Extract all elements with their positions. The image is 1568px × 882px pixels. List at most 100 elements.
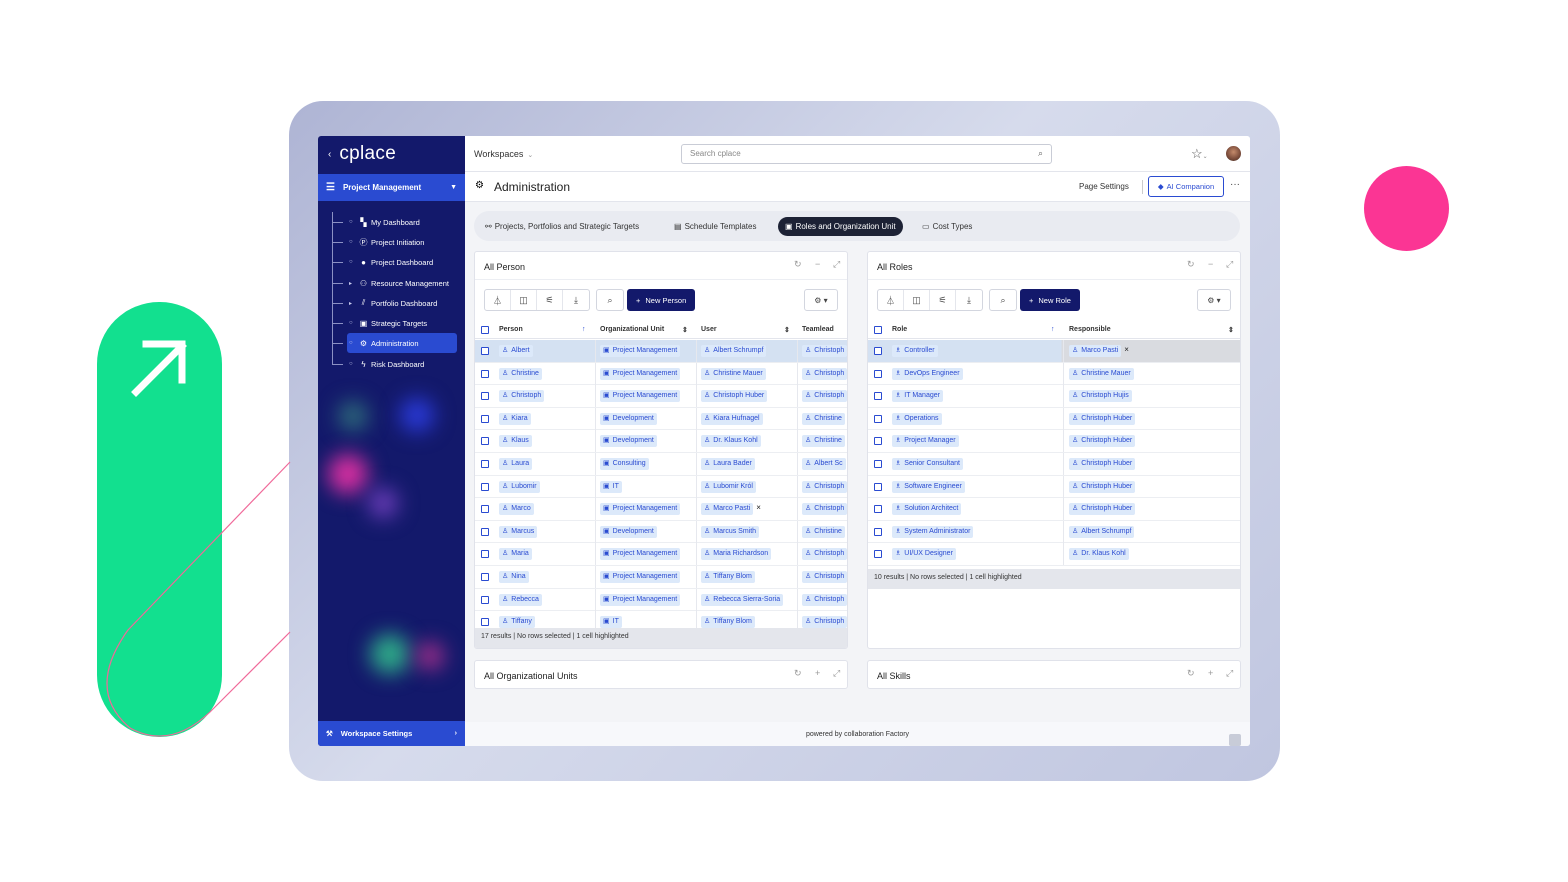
table-cell[interactable]: ♙ Albert Schrumpf (701, 345, 799, 357)
table-row[interactable]: ♙ Christoph ▣ Project Management ♙ Christoph … (475, 385, 847, 408)
table-row[interactable]: ♙ Marco ▣ Project Management ♙ Marco Pasti × ♙ C… (475, 498, 847, 521)
row-checkbox[interactable] (481, 347, 489, 355)
settings-gear-icon[interactable]: ⚙ ▾ (804, 289, 838, 311)
columns-icon[interactable]: ◫ (904, 290, 930, 310)
table-cell[interactable]: ▣ Development (600, 435, 695, 448)
table-row[interactable]: ♙ Albert ▣ Project Management ♙ Albert Schrum… (475, 340, 847, 363)
table-cell[interactable]: ▣ Project Management (600, 593, 695, 606)
row-checkbox[interactable] (874, 392, 882, 401)
table-row[interactable]: ♙ Marcus ▣ Development ♙ Marcus Smith ♙ Christi… (475, 520, 847, 544)
table-cell[interactable]: ♙ Marcus (499, 525, 594, 538)
more-icon[interactable]: ··· (1230, 179, 1240, 190)
table-row[interactable]: ♙ Nina ▣ Project Management ♙ Tiffany Blom ♙ Ch… (475, 566, 847, 589)
new-person-button[interactable]: + New Person (627, 289, 696, 311)
row-checkbox[interactable] (481, 414, 489, 423)
sidebar-item-project-dashboard[interactable]: ○ ● Project Dashboard (318, 252, 465, 272)
table-cell[interactable]: ♙ Christoph (802, 503, 847, 516)
row-checkbox[interactable] (481, 595, 489, 604)
settings-gear-icon[interactable]: ⚙ ▾ (1197, 289, 1231, 311)
project-selector[interactable]: ☰ Project Management ▼ (318, 174, 465, 201)
table-row[interactable]: ♙ Klaus ▣ Development ♙ Dr. Klaus Kohl ♙ Christ… (475, 430, 847, 453)
refresh-icon[interactable]: ↻ (1187, 668, 1195, 679)
table-cell[interactable]: ♙ Marco (499, 503, 594, 516)
table-cell[interactable]: ♙ Albert Schrumpf (1069, 525, 1229, 538)
table-cell[interactable]: ▣ Project Management (600, 345, 695, 357)
remove-icon[interactable]: × (756, 503, 761, 512)
row-checkbox[interactable] (481, 573, 489, 581)
table-cell[interactable]: ♙ Lubomir Król (701, 480, 799, 493)
table-cell[interactable]: ♙ Lubomir (499, 480, 594, 493)
new-role-button[interactable]: + New Role (1020, 289, 1080, 311)
table-cell[interactable]: ♙ Christoph (802, 345, 847, 357)
table-cell[interactable]: ♗ Project Manager (892, 435, 1057, 448)
row-checkbox[interactable] (874, 369, 882, 378)
scroll-top-button[interactable] (1229, 734, 1241, 746)
sidebar-item-strategic-targets[interactable]: ○ ▣ Strategic Targets (318, 313, 465, 333)
table-cell[interactable]: ♙ Laura (499, 458, 594, 470)
remove-icon[interactable]: × (1124, 345, 1129, 354)
row-checkbox[interactable] (874, 550, 882, 559)
row-checkbox[interactable] (874, 414, 882, 423)
row-checkbox[interactable] (481, 460, 489, 468)
refresh-icon[interactable]: ↻ (1187, 259, 1195, 270)
table-cell[interactable]: ♙ Christine (802, 412, 847, 425)
table-row[interactable]: ♗ DevOps Engineer ♙ Christine Mauer (868, 362, 1240, 386)
row-checkbox[interactable] (874, 482, 882, 491)
table-cell[interactable]: ♙ Nina (499, 571, 594, 583)
table-cell[interactable]: ▣ Project Management (600, 548, 695, 561)
table-cell[interactable]: ♙ Laura Bader (701, 458, 799, 470)
sort-icon[interactable]: ⇕ (682, 326, 688, 334)
table-cell[interactable]: ♙ Christoph (802, 548, 847, 561)
tab-roles-organization[interactable]: ▣ Roles and Organization Unit (778, 217, 903, 236)
table-cell[interactable]: ♙ Christoph Huber (1069, 503, 1229, 516)
table-cell[interactable]: ▣ Development (600, 525, 695, 538)
row-checkbox[interactable] (481, 369, 489, 378)
table-cell[interactable]: ♗ System Administrator (892, 525, 1057, 538)
table-row[interactable]: ♗ Senior Consultant ♙ Christoph Huber (868, 453, 1240, 476)
back-chevron-icon[interactable]: ‹ (328, 149, 331, 160)
tab-projects-portfolios[interactable]: ⚯ Projects, Portfolios and Strategic Targ… (485, 217, 639, 236)
table-row[interactable]: ♙ Lubomir ▣ IT ♙ Lubomir Król ♙ Christoph (475, 475, 847, 499)
table-cell[interactable]: ♗ DevOps Engineer (892, 367, 1057, 380)
sidebar-item-risk-dashboard[interactable]: ○ ϟ Risk Dashboard (318, 354, 465, 374)
sidebar-item-portfolio-dashboard[interactable]: ▸ ⫽ Portfolio Dashboard (318, 293, 465, 313)
filter-icon[interactable]: ⏃ (878, 290, 904, 310)
workspaces-menu[interactable]: Workspaces ⌄ (474, 149, 533, 159)
row-checkbox[interactable] (874, 460, 882, 468)
table-cell[interactable]: ♙ Christoph Huber (1069, 435, 1229, 448)
filter-icon[interactable]: ⏃ (485, 290, 511, 310)
cplace-logo[interactable]: cplace (339, 143, 396, 165)
row-checkbox[interactable] (481, 437, 489, 446)
table-row[interactable]: ♗ Solution Architect ♙ Christoph Huber (868, 498, 1240, 521)
table-cell[interactable]: ♙ Dr. Klaus Kohl (1069, 548, 1229, 561)
table-row[interactable]: ♗ IT Manager ♙ Christoph Hujis (868, 385, 1240, 408)
table-cell[interactable]: ♙ Christoph Huber (1069, 412, 1229, 425)
page-settings-link[interactable]: Page Settings (1079, 182, 1129, 191)
table-row[interactable]: ♗ System Administrator ♙ Albert Schrumpf (868, 520, 1240, 544)
row-checkbox[interactable] (481, 392, 489, 401)
sort-icon[interactable]: ⇕ (1228, 326, 1234, 334)
select-all-checkbox[interactable] (481, 326, 489, 334)
table-cell[interactable]: ♙ Christoph (802, 480, 847, 493)
table-cell[interactable]: ♙ Rebecca (499, 593, 594, 606)
sort-asc-icon[interactable]: ↑ (582, 326, 586, 333)
table-cell[interactable]: ♙ Christine (802, 435, 847, 448)
table-cell[interactable]: ♙ Christine Mauer (1069, 367, 1229, 380)
table-cell[interactable]: ♗ Controller (892, 345, 1057, 357)
table-cell[interactable]: ♙ Maria Richardson (701, 548, 799, 561)
sort-asc-icon[interactable]: ↑ (1051, 326, 1055, 333)
ai-companion-button[interactable]: ◆ AI Companion (1148, 176, 1224, 197)
table-cell[interactable]: ♙ Marco Pasti × (701, 503, 799, 516)
expand-icon[interactable]: ⤢ (833, 668, 840, 679)
table-cell[interactable]: ♗ IT Manager (892, 390, 1057, 403)
table-cell[interactable]: ♙ Kiara (499, 412, 594, 425)
sidebar-item-my-dashboard[interactable]: ○ ▚ My Dashboard (318, 212, 465, 232)
row-checkbox[interactable] (874, 527, 882, 536)
table-cell[interactable]: ♙ Christoph Huber (1069, 480, 1229, 493)
refresh-icon[interactable]: ↻ (794, 668, 802, 679)
table-row[interactable]: ♙ Laura ▣ Consulting ♙ Laura Bader ♙ Albert Sc (475, 453, 847, 476)
row-checkbox[interactable] (481, 618, 489, 627)
table-row[interactable]: ♗ Project Manager ♙ Christoph Huber (868, 430, 1240, 453)
table-cell[interactable]: ▣ IT (600, 480, 695, 493)
table-cell[interactable]: ♙ Albert Sc (802, 458, 847, 470)
